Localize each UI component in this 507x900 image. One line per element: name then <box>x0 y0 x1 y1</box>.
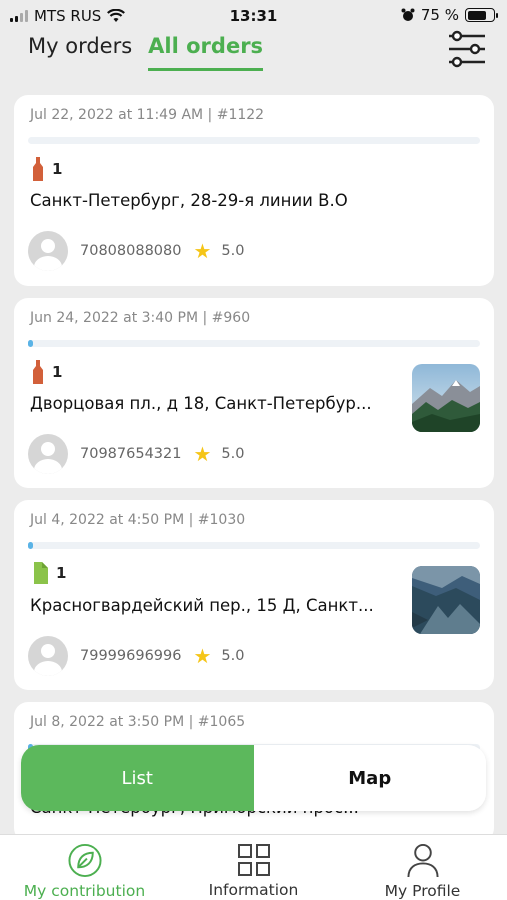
order-quantity: 1 <box>52 363 63 381</box>
order-address: Санкт-Петербург, 28-29-я линии В.О <box>30 191 348 210</box>
nav-my-contribution[interactable]: My contribution <box>0 835 169 900</box>
order-meta: Jul 8, 2022 at 3:50 PM | #1065 <box>30 714 246 730</box>
order-card[interactable]: Jul 22, 2022 at 11:49 AM | #1122 1 Санкт… <box>14 95 494 286</box>
filter-button[interactable] <box>447 30 487 68</box>
order-photo[interactable] <box>412 364 480 432</box>
avatar <box>28 636 68 676</box>
tab-all-orders[interactable]: All orders <box>148 34 264 71</box>
user-phone: 70808088080 <box>80 243 182 259</box>
order-meta: Jul 22, 2022 at 11:49 AM | #1122 <box>30 107 265 123</box>
user-rating: 5.0 <box>221 446 245 462</box>
battery-icon <box>465 8 498 22</box>
nav-label: My Profile <box>384 882 461 900</box>
star-icon: ★ <box>193 644 212 668</box>
order-card[interactable]: Jul 4, 2022 at 4:50 PM | #1030 1 Красног… <box>14 500 494 690</box>
progress-track <box>28 137 480 144</box>
nav-label: Information <box>208 881 299 899</box>
order-meta: Jun 24, 2022 at 3:40 PM | #960 <box>30 310 251 326</box>
avatar <box>28 231 68 271</box>
order-quantity: 1 <box>52 160 63 178</box>
user-rating: 5.0 <box>221 648 245 664</box>
progress-fill <box>28 542 33 549</box>
progress-track <box>28 542 480 549</box>
nav-label: My contribution <box>23 882 146 900</box>
order-address: Дворцовая пл., д 18, Санкт-Петербур... <box>30 394 372 413</box>
bottle-icon <box>33 157 43 181</box>
star-icon: ★ <box>193 239 212 263</box>
avatar <box>28 434 68 474</box>
order-card[interactable]: Jun 24, 2022 at 3:40 PM | #960 1 Дворцов… <box>14 298 494 488</box>
star-icon: ★ <box>193 442 212 466</box>
sliders-icon <box>449 30 485 68</box>
nav-my-profile[interactable]: My Profile <box>338 835 507 900</box>
grid-icon <box>237 844 270 876</box>
view-toggle: List Map <box>21 745 486 811</box>
list-view-button[interactable]: List <box>21 745 254 811</box>
order-address: Красногвардейский пер., 15 Д, Санкт... <box>30 596 374 615</box>
bottle-icon <box>33 360 43 384</box>
bottom-nav: My contribution Information My Profile <box>0 834 507 900</box>
status-bar: MTS RUS 13:31 75 % <box>0 0 507 32</box>
alarm-icon <box>401 8 415 21</box>
leaf-icon <box>67 843 102 878</box>
progress-track <box>28 340 480 347</box>
map-view-button[interactable]: Map <box>253 745 486 811</box>
user-phone: 79999696996 <box>80 648 182 664</box>
user-rating: 5.0 <box>221 243 245 259</box>
order-tabs: My orders All orders <box>28 34 264 71</box>
user-phone: 70987654321 <box>80 446 182 462</box>
nav-information[interactable]: Information <box>169 835 338 900</box>
order-meta: Jul 4, 2022 at 4:50 PM | #1030 <box>30 512 246 528</box>
person-icon <box>406 843 439 878</box>
order-photo[interactable] <box>412 566 480 634</box>
package-icon <box>34 562 48 584</box>
tab-my-orders[interactable]: My orders <box>28 34 132 71</box>
battery-percent: 75 % <box>420 6 459 24</box>
progress-fill <box>28 340 33 347</box>
order-quantity: 1 <box>56 564 67 582</box>
